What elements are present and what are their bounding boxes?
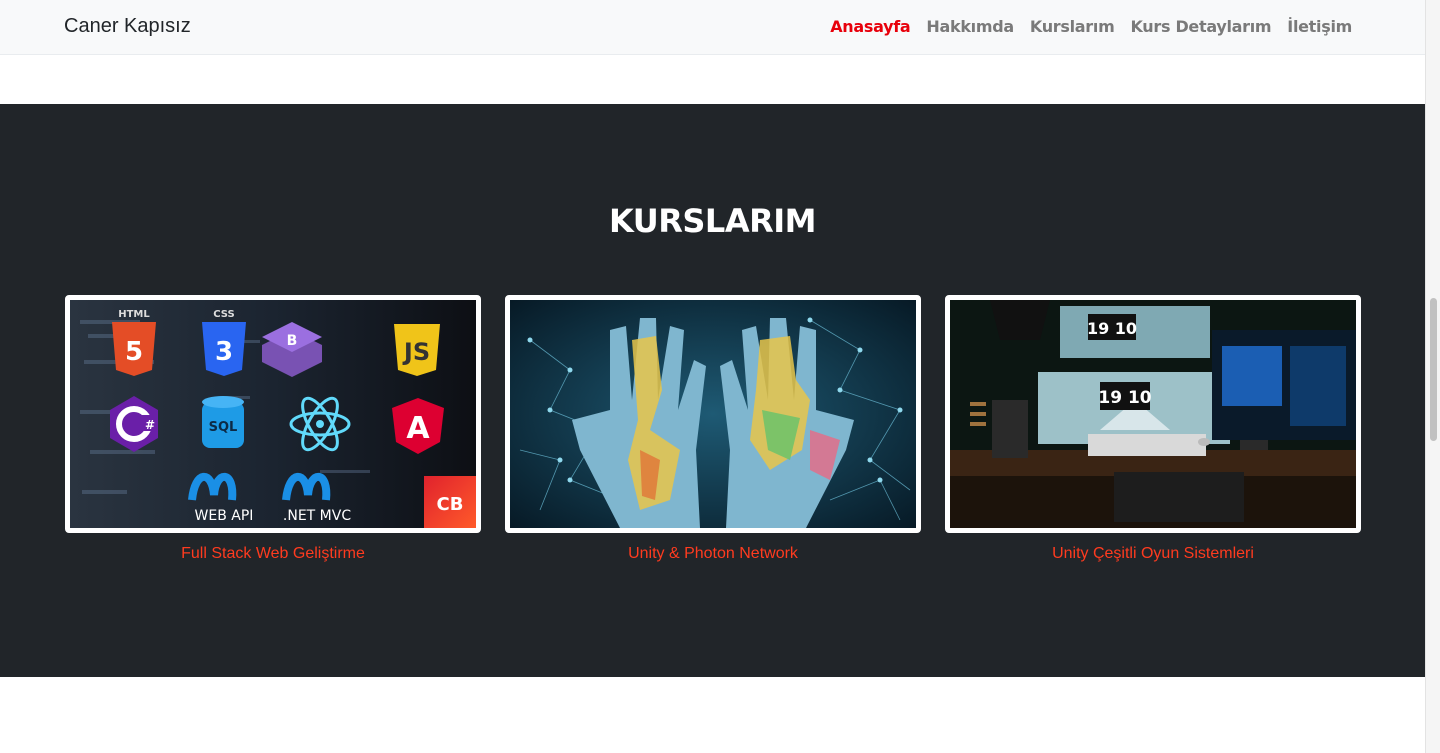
- netmvc-label: .NET MVC: [283, 508, 351, 524]
- hands-world-map-image: [510, 300, 916, 528]
- css-label: CSS: [213, 309, 234, 320]
- speaker-left: [992, 400, 1028, 458]
- course-title-link[interactable]: Unity Çeşitli Oyun Sistemleri: [945, 545, 1361, 563]
- nav-item-iletisim[interactable]: İletişim: [1287, 17, 1352, 36]
- course-card-fullstack: HTML 5 CSS 3 B JS # SQL A WEB API .NET M…: [65, 295, 481, 563]
- course-card-unity-systems: 19 10 19 10 Unity Çeşitli Oyun Sistemler…: [945, 295, 1361, 563]
- svg-text:B: B: [287, 333, 298, 349]
- brand-link[interactable]: Caner Kapısız: [64, 15, 191, 38]
- gaming-desk-setup-image: 19 10 19 10: [950, 300, 1356, 528]
- course-title-link[interactable]: Full Stack Web Geliştirme: [65, 545, 481, 563]
- sql-database-icon: SQL: [202, 396, 244, 448]
- webapi-label: WEB API: [195, 508, 254, 524]
- cb-logo-icon: CB: [424, 476, 476, 528]
- svg-text:#: #: [145, 418, 155, 432]
- svg-text:A: A: [406, 411, 430, 446]
- mouse-pad: [1114, 472, 1244, 522]
- vertical-scrollbar[interactable]: [1425, 0, 1440, 753]
- desk-lamp-icon: [990, 300, 1050, 340]
- nav-menu: Anasayfa Hakkımda Kurslarım Kurs Detayla…: [830, 17, 1352, 37]
- course-card-unity-photon: Unity & Photon Network: [505, 295, 921, 563]
- clock-top-text: 19 10: [1087, 319, 1137, 338]
- course-title-link[interactable]: Unity & Photon Network: [505, 545, 921, 563]
- fullstack-tech-logos-image: HTML 5 CSS 3 B JS # SQL A WEB API .NET M…: [70, 300, 476, 528]
- page: Caner Kapısız Anasayfa Hakkımda Kursları…: [0, 0, 1440, 753]
- html-label: HTML: [118, 309, 150, 320]
- keyboard: [1088, 434, 1206, 456]
- clock-bottom-text: 19 10: [1098, 388, 1151, 408]
- course-image-frame[interactable]: [505, 295, 921, 533]
- cb-logo-text: CB: [437, 494, 464, 515]
- javascript-icon: JS: [394, 324, 440, 376]
- mouse-icon: [1198, 438, 1210, 446]
- course-image-frame[interactable]: HTML 5 CSS 3 B JS # SQL A WEB API .NET M…: [65, 295, 481, 533]
- courses-section: KURSLARIM HTML 5 CSS 3 B JS # SQL A WEB …: [0, 104, 1425, 677]
- nav-item-kurslarim[interactable]: Kurslarım: [1030, 17, 1115, 36]
- navbar: Caner Kapısız Anasayfa Hakkımda Kursları…: [0, 0, 1425, 55]
- svg-text:5: 5: [125, 337, 143, 367]
- section-heading: KURSLARIM: [609, 202, 816, 240]
- js-label: JS: [402, 338, 430, 366]
- nav-item-anasayfa[interactable]: Anasayfa: [830, 17, 910, 36]
- svg-text:3: 3: [215, 337, 233, 367]
- nav-item-kurs-detaylarim[interactable]: Kurs Detaylarım: [1130, 17, 1271, 36]
- sql-label: SQL: [209, 420, 238, 435]
- course-image-frame[interactable]: 19 10 19 10: [945, 295, 1361, 533]
- html5-icon: HTML 5: [112, 309, 156, 376]
- nav-item-hakkimda[interactable]: Hakkımda: [926, 17, 1014, 36]
- scrollbar-thumb[interactable]: [1430, 298, 1437, 441]
